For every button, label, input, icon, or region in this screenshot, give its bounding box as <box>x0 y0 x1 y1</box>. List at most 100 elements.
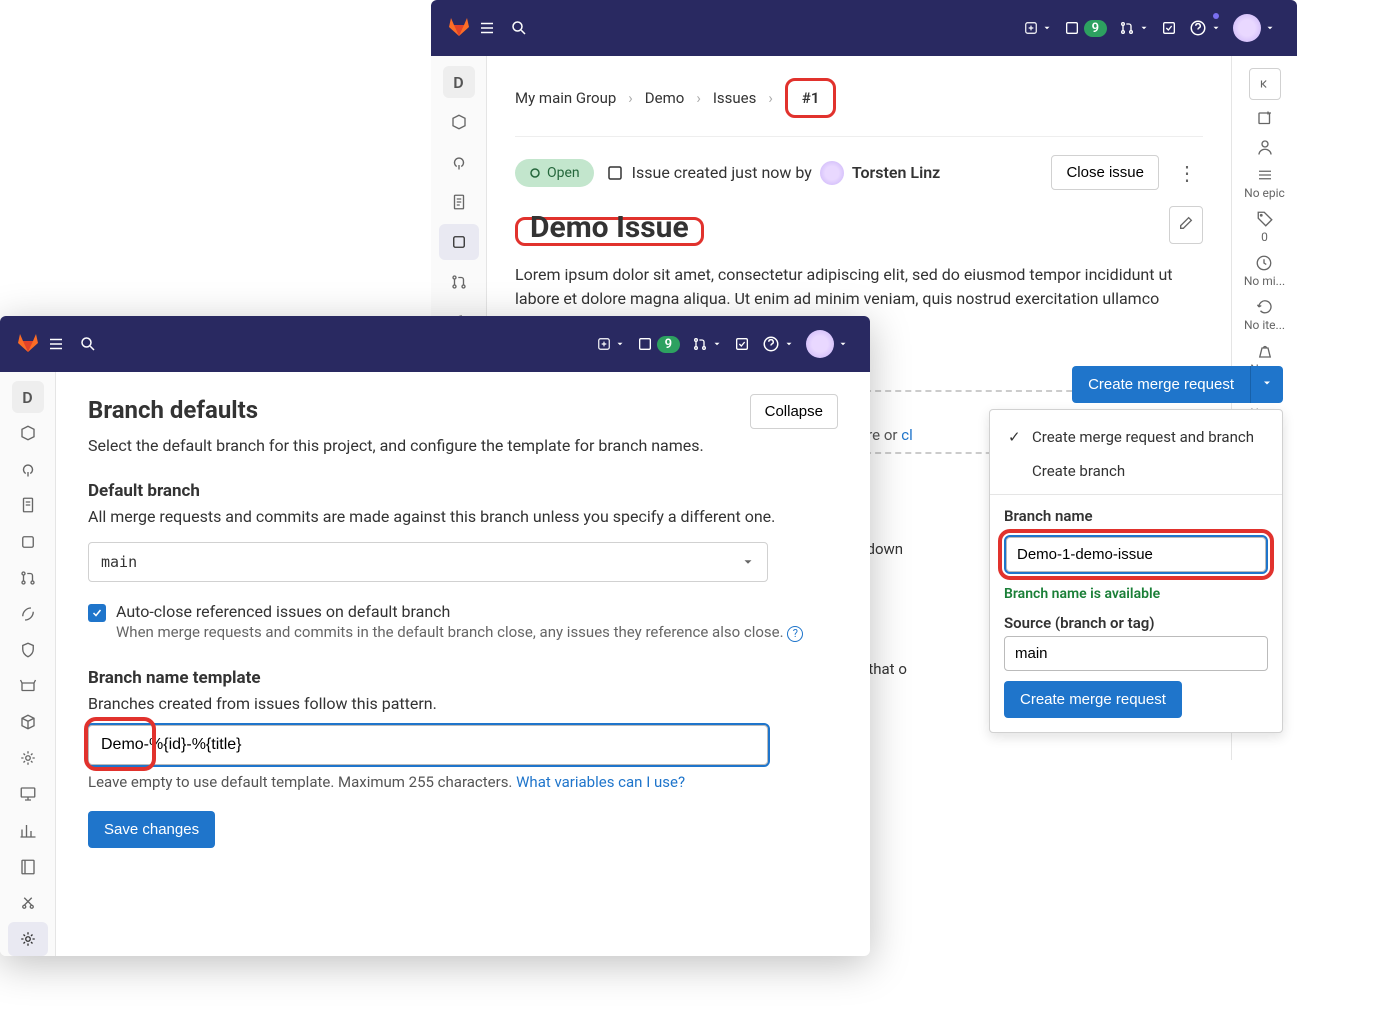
chevron-down-icon <box>741 555 755 569</box>
breadcrumb-group[interactable]: My main Group <box>515 89 616 107</box>
infrastructure-icon[interactable] <box>8 741 48 775</box>
help-dropdown[interactable] <box>1183 15 1227 41</box>
branch-name-input[interactable] <box>1006 537 1266 572</box>
breadcrumb-project[interactable]: Demo <box>645 89 685 107</box>
help-icon[interactable]: ? <box>787 626 803 642</box>
auto-close-sublabel: When merge requests and commits in the d… <box>116 623 803 642</box>
user-menu[interactable] <box>1227 10 1281 46</box>
section-title: Branch defaults <box>88 396 838 424</box>
highlight-branch-name <box>998 529 1274 580</box>
todos-icon[interactable] <box>728 332 756 356</box>
top-navbar: 9 <box>431 0 1297 56</box>
issue-title: Demo Issue <box>530 210 689 245</box>
merge-requests-dropdown[interactable] <box>1113 16 1155 40</box>
project-avatar[interactable]: D <box>439 64 479 100</box>
search-icon[interactable] <box>72 328 104 360</box>
branch-available-text: Branch name is available <box>990 580 1282 608</box>
highlight-issue-id: #1 <box>785 78 837 118</box>
submit-create-mr-button[interactable]: Create merge request <box>1004 681 1182 718</box>
plus-dropdown[interactable] <box>591 333 631 355</box>
hamburger-icon[interactable] <box>40 328 72 360</box>
source-input[interactable] <box>1004 636 1268 671</box>
analytics-icon[interactable] <box>8 814 48 848</box>
branch-defaults-panel: Collapse Branch defaults Select the defa… <box>56 372 870 956</box>
status-badge: Open <box>515 159 594 187</box>
auto-close-label: Auto-close referenced issues on default … <box>116 602 803 621</box>
branch-template-input[interactable] <box>88 725 768 765</box>
issues-counter[interactable]: 9 <box>1058 16 1113 41</box>
template-desc: Branches created from issues follow this… <box>88 694 838 713</box>
repository-icon[interactable] <box>439 144 479 180</box>
merge-requests-dropdown[interactable] <box>686 332 728 356</box>
default-branch-desc: All merge requests and commits are made … <box>88 507 838 526</box>
settings-icon[interactable] <box>8 922 48 956</box>
author-name[interactable]: Torsten Linz <box>852 163 940 182</box>
created-info: Issue created just now by Torsten Linz <box>606 161 941 185</box>
snippets-icon[interactable] <box>8 886 48 920</box>
user-menu[interactable] <box>800 326 854 362</box>
hamburger-icon[interactable] <box>471 12 503 44</box>
add-todo-icon[interactable] <box>1256 110 1274 128</box>
collapse-button[interactable]: Collapse <box>750 394 838 429</box>
repository-icon[interactable] <box>8 452 48 486</box>
settings-window: 9 D Collapse Branch defaults Select the … <box>0 316 870 956</box>
wiki-icon[interactable] <box>8 850 48 884</box>
variables-link[interactable]: What variables can I use? <box>516 773 685 791</box>
issue-actions-menu[interactable]: ⋮ <box>1171 157 1203 189</box>
branch-name-label: Branch name <box>990 501 1282 529</box>
merge-requests-icon[interactable] <box>439 264 479 300</box>
files-icon[interactable] <box>439 184 479 220</box>
avatar-icon <box>1233 14 1261 42</box>
default-branch-heading: Default branch <box>88 481 838 501</box>
files-icon[interactable] <box>8 488 48 522</box>
opt-create-branch[interactable]: Create branch <box>990 454 1282 488</box>
template-note: Leave empty to use default template. Max… <box>88 773 838 791</box>
help-dropdown[interactable] <box>756 331 800 357</box>
security-icon[interactable] <box>8 633 48 667</box>
auto-close-checkbox[interactable] <box>88 604 106 622</box>
monitor-icon[interactable] <box>8 777 48 811</box>
project-info-icon[interactable] <box>8 416 48 450</box>
todos-icon[interactable] <box>1155 16 1183 40</box>
breadcrumb-section[interactable]: Issues <box>713 89 757 107</box>
template-heading: Branch name template <box>88 668 838 688</box>
issues-counter[interactable]: 9 <box>631 332 686 357</box>
iteration-icon[interactable]: No ite... <box>1244 298 1285 332</box>
close-issue-button[interactable]: Close issue <box>1051 155 1159 190</box>
cicd-icon[interactable] <box>8 597 48 631</box>
packages-icon[interactable] <box>8 705 48 739</box>
create-mr-toggle[interactable] <box>1250 366 1283 403</box>
create-mr-dropdown: Create merge request ✓Create merge reque… <box>989 366 1283 733</box>
labels-icon[interactable]: 0 <box>1256 210 1274 244</box>
breadcrumb-issue-id: #1 <box>802 89 820 107</box>
issues-icon[interactable] <box>439 224 479 260</box>
epic-icon[interactable]: No epic <box>1244 166 1285 200</box>
edit-title-button[interactable] <box>1169 206 1203 244</box>
top-navbar: 9 <box>0 316 870 372</box>
author-avatar-icon <box>820 161 844 185</box>
default-branch-select[interactable]: main <box>88 542 768 582</box>
section-subtitle: Select the default branch for this proje… <box>88 436 838 455</box>
issues-badge: 9 <box>657 336 680 353</box>
search-icon[interactable] <box>503 12 535 44</box>
issues-badge: 9 <box>1084 20 1107 37</box>
project-avatar[interactable]: D <box>8 380 48 414</box>
project-siderail: D <box>0 372 56 956</box>
avatar-icon <box>806 330 834 358</box>
opt-create-mr-and-branch[interactable]: ✓Create merge request and branch <box>990 420 1282 454</box>
save-changes-button[interactable]: Save changes <box>88 811 215 848</box>
issue-content: My main Group› Demo› Issues› #1 Open Iss… <box>487 56 1231 357</box>
create-mr-button[interactable]: Create merge request <box>1072 366 1250 403</box>
plus-dropdown[interactable] <box>1018 17 1058 39</box>
project-info-icon[interactable] <box>439 104 479 140</box>
breadcrumb: My main Group› Demo› Issues› #1 <box>515 78 1203 118</box>
deployments-icon[interactable] <box>8 669 48 703</box>
collapse-sidebar-button[interactable] <box>1249 68 1281 100</box>
gitlab-logo-icon[interactable] <box>447 14 471 42</box>
source-label: Source (branch or tag) <box>990 608 1282 636</box>
gitlab-logo-icon[interactable] <box>16 330 40 358</box>
assignee-icon[interactable] <box>1256 138 1274 156</box>
issues-icon[interactable] <box>8 525 48 559</box>
merge-requests-icon[interactable] <box>8 561 48 595</box>
milestone-icon[interactable]: No mi... <box>1244 254 1285 288</box>
